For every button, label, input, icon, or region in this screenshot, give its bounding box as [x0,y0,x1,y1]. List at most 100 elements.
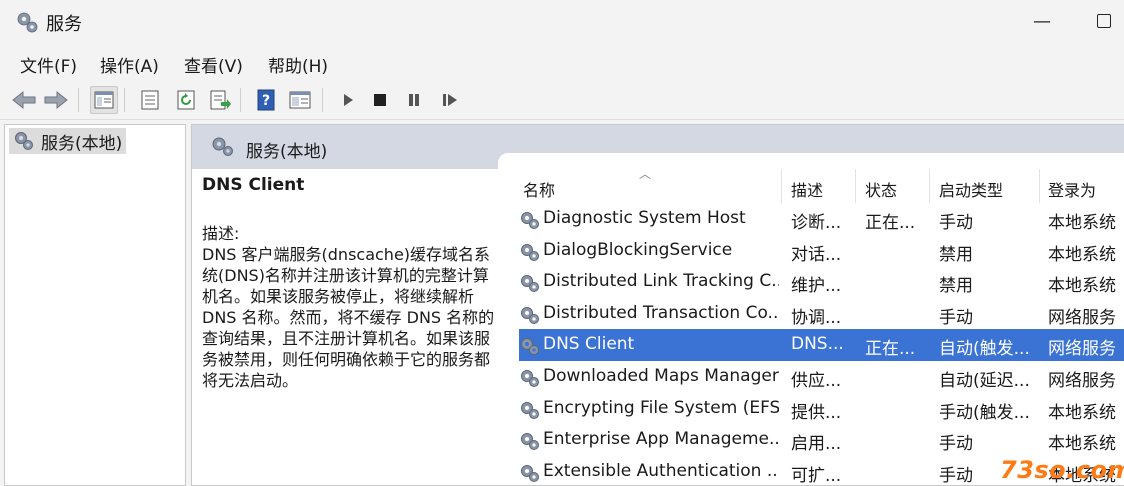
service-description: 协调... [791,307,842,328]
start-service-icon[interactable] [334,86,362,114]
properties-icon[interactable] [286,86,314,114]
tree-item-services-local[interactable]: 服务(本地) [9,128,127,154]
toolbar-separator [322,88,323,112]
service-row[interactable]: Distributed Transaction Co... 协调... 手动 网络服务 [519,298,1124,330]
service-startup-type: 手动(触发... [939,402,1030,423]
services-gear-icon [15,132,33,150]
service-row[interactable]: DialogBlockingService 对话... 禁用 本地系统 [519,235,1124,267]
panel-header: 服务(本地) [192,125,1124,173]
service-startup-type: 手动 [939,307,973,328]
service-gear-icon [519,241,541,263]
description-text: DNS 客户端服务(dnscache)缓存域名系统(DNS)名称并注册该计算机的… [202,245,495,390]
service-startup-type: 手动 [939,213,973,233]
selected-service-title: DNS Client [202,175,305,195]
toolbar-separator [240,88,241,112]
service-row[interactable]: Encrypting File System (EFS) 提供... 手动(触发..… [519,393,1124,425]
column-header-description[interactable]: 描述 [791,177,823,201]
services-gear-icon [14,9,40,35]
service-log-on-as: 本地系统 [1048,402,1116,423]
services-gear-icon [210,135,236,163]
window-title: 服务 [46,14,82,35]
service-log-on-as: 网络服务 [1048,339,1116,360]
minimize-button[interactable]: — [1022,8,1062,36]
service-gear-icon [519,209,541,231]
service-startup-type: 禁用 [939,276,973,297]
watermark: 73so.com [1000,456,1124,484]
toolbar-separator [124,88,125,112]
service-row[interactable]: Enterprise App Manageme... 启用... 手动 本地系统 [519,424,1124,456]
service-name: Encrypting File System (EFS) [543,397,779,418]
toolbar: ? [0,80,1124,120]
column-header-status[interactable]: 状态 [865,177,897,201]
show-tree-icon[interactable] [90,86,118,114]
service-gear-icon [519,462,541,484]
service-gear-icon [519,272,541,294]
service-log-on-as: 本地系统 [1048,244,1116,265]
service-row[interactable]: Downloaded Maps Manager 供应... 自动(延迟... 网络服务 [519,361,1124,393]
service-description: 可扩... [791,465,842,486]
svg-text:?: ? [262,93,270,109]
service-description: DNS... [791,334,844,355]
menu-help[interactable]: 帮助(H) [268,52,328,77]
service-name: Enterprise App Manageme... [543,429,779,450]
description-label: 描述: [202,224,240,243]
menu-view[interactable]: 查看(V) [184,52,243,77]
services-panel: 服务(本地) DNS Client 描述: DNS 客户端服务(dnscache… [191,124,1124,486]
service-description: 诊断... [791,213,842,233]
service-name: Diagnostic System Host [543,208,746,228]
pause-service-icon[interactable] [400,86,428,114]
service-log-on-as: 本地系统 [1048,276,1116,297]
service-gear-icon [519,335,541,357]
service-name: DialogBlockingService [543,239,733,260]
service-description: 启用... [791,434,842,455]
service-description: 维护... [791,276,842,297]
service-row[interactable]: Distributed Link Tracking C... 维护... 禁用 本地系… [519,266,1124,298]
service-status: 正在... [865,339,916,360]
service-name: DNS Client [543,334,635,355]
console-tree: 服务(本地) [4,124,186,486]
refresh-icon[interactable] [172,86,200,114]
service-description: 供应... [791,370,842,391]
panel-title: 服务(本地) [246,142,328,162]
service-description: 提供... [791,402,842,423]
service-status: 正在... [865,213,916,233]
service-startup-type: 手动 [939,434,973,455]
description-pane: DNS Client 描述: DNS 客户端服务(dnscache)缓存域名系统… [202,175,502,391]
column-header-startup-type[interactable]: 启动类型 [939,177,1003,201]
tree-item-label: 服务(本地) [41,133,123,154]
service-gear-icon [519,367,541,389]
service-name: Downloaded Maps Manager [543,365,779,386]
service-startup-type: 自动(触发... [939,339,1030,360]
stop-service-icon[interactable] [366,86,394,114]
toolbar-separator [78,88,79,112]
service-name: Extensible Authentication ... [543,460,779,481]
forward-icon[interactable] [42,86,70,114]
column-header-name[interactable]: 名称 [523,177,555,201]
service-gear-icon [519,399,541,421]
services-list: ︿ 名称 描述 状态 启动类型 登录为 Diagnostic System Ho… [519,167,1124,486]
service-description: 对话... [791,244,842,265]
service-log-on-as: 本地系统 [1048,434,1116,455]
service-row[interactable]: Diagnostic System Host 诊断... 正在... 手动 本地系统 [519,203,1124,235]
menu-file[interactable]: 文件(F) [20,52,77,77]
title-bar: 服务 — [0,0,1124,44]
menu-action[interactable]: 操作(A) [100,52,159,77]
service-name: Distributed Link Tracking C... [543,271,779,292]
service-log-on-as: 网络服务 [1048,370,1116,391]
list-view-icon[interactable] [136,86,164,114]
service-startup-type: 自动(延迟... [939,370,1030,391]
sort-ascending-icon: ︿ [639,167,652,181]
service-row[interactable]: DNS Client DNS... 正在... 自动(触发... 网络服务 [519,329,1124,361]
column-header-log-on-as[interactable]: 登录为 [1048,177,1096,201]
export-list-icon[interactable] [206,86,234,114]
help-icon[interactable]: ? [252,86,280,114]
restart-service-icon[interactable] [436,86,464,114]
service-name: Distributed Transaction Co... [543,302,779,323]
maximize-button[interactable] [1084,8,1124,36]
menu-bar: 文件(F) 操作(A) 查看(V) 帮助(H) [0,46,1124,78]
service-gear-icon [519,430,541,452]
service-log-on-as: 网络服务 [1048,307,1116,328]
back-icon[interactable] [10,86,38,114]
service-startup-type: 禁用 [939,244,973,265]
service-gear-icon [519,304,541,326]
